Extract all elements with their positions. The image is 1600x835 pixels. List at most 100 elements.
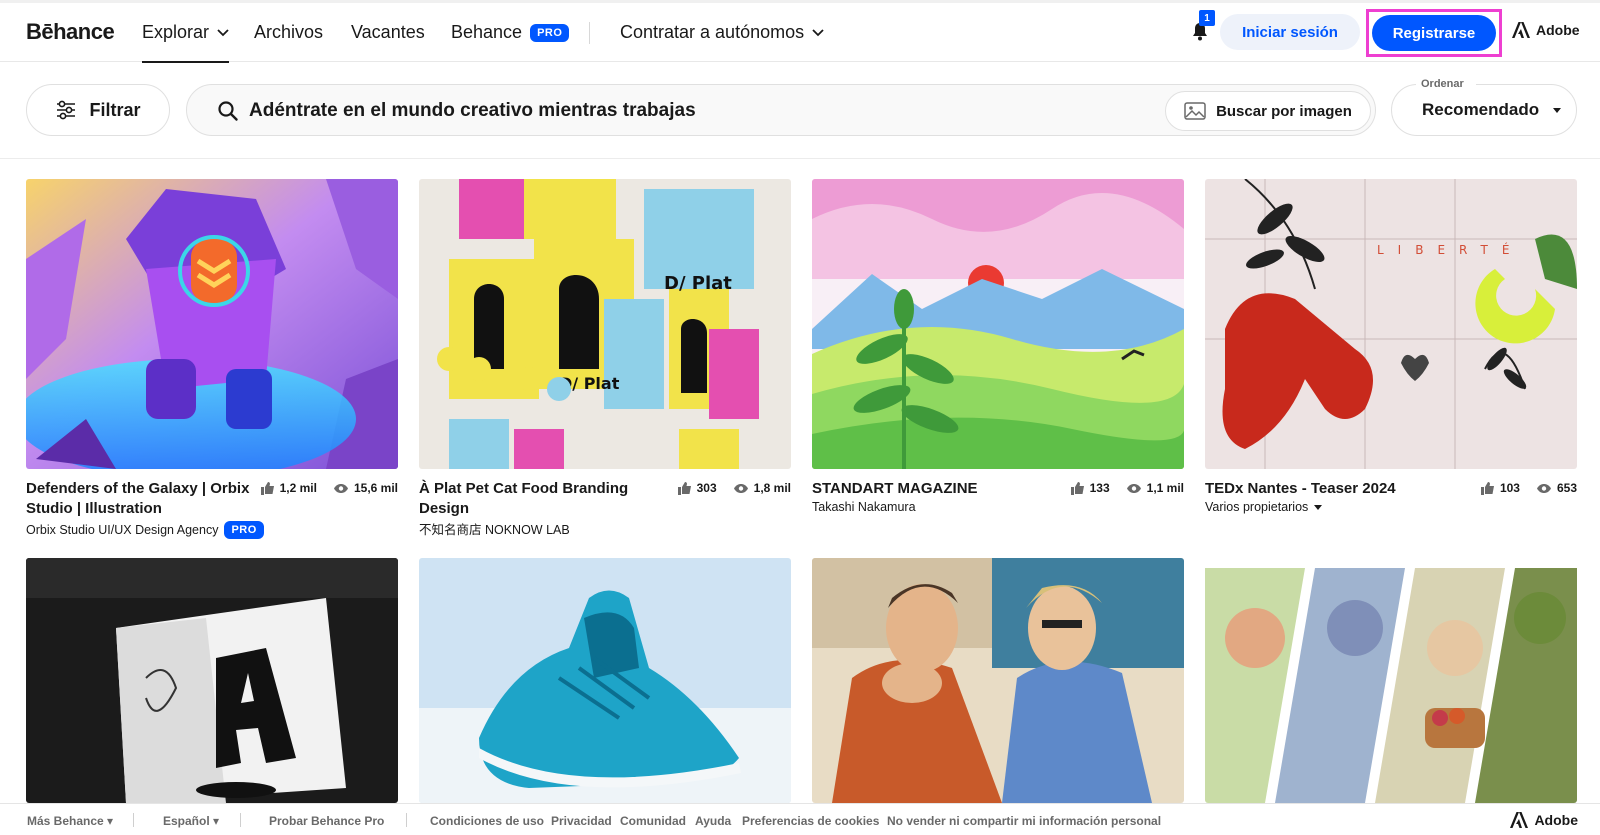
nav-explore[interactable]: Explorar	[142, 22, 230, 63]
views-stat: 1,8 mil	[733, 481, 791, 495]
thumbs-up-icon	[1480, 482, 1494, 495]
owner-name: Takashi Nakamura	[812, 500, 916, 514]
nav-jobs[interactable]: Vacantes	[351, 22, 425, 43]
project-card[interactable]	[26, 558, 398, 803]
project-thumbnail[interactable]	[812, 179, 1184, 469]
project-owner[interactable]: Varios propietarios	[1205, 500, 1323, 514]
nav-files[interactable]: Archivos	[254, 22, 323, 43]
landscape-illustration	[812, 179, 1184, 469]
tedx-poster-image: LIBERTÉ	[1205, 179, 1577, 469]
footer-privacy[interactable]: Privacidad	[551, 814, 612, 828]
project-card[interactable]	[812, 558, 1184, 803]
project-card[interactable]	[1205, 558, 1577, 803]
chevron-down-icon	[812, 28, 824, 36]
thumbs-up-icon	[677, 482, 691, 495]
project-thumbnail[interactable]	[26, 179, 398, 469]
login-button[interactable]: Iniciar sesión	[1220, 14, 1360, 50]
likes-stat: 133	[1070, 481, 1110, 495]
blue-shoe-image	[419, 558, 791, 803]
thumbs-up-icon	[260, 482, 274, 495]
search-input[interactable]	[249, 97, 1109, 125]
project-owner[interactable]: Orbix Studio UI/UX Design Agency PRO	[26, 521, 264, 539]
project-stats: 303 1,8 mil	[667, 481, 791, 495]
footer-terms[interactable]: Condiciones de uso	[430, 814, 544, 828]
sort-value: Recomendado	[1422, 100, 1540, 119]
views-count: 653	[1556, 481, 1577, 495]
footer-adobe-link[interactable]: Adobe	[1510, 812, 1578, 828]
footer-community[interactable]: Comunidad	[620, 814, 686, 828]
pro-badge: PRO	[530, 23, 570, 42]
thumbs-up-icon	[1070, 482, 1084, 495]
adobe-logo-icon	[1510, 812, 1529, 828]
footer-cookies[interactable]: Preferencias de cookies	[742, 814, 879, 828]
filter-sliders-icon	[57, 100, 76, 120]
footer-help[interactable]: Ayuda	[695, 814, 731, 828]
project-title[interactable]: TEDx Nantes - Teaser 2024	[1205, 479, 1439, 499]
adobe-label: Adobe	[1536, 22, 1580, 38]
footer-separator	[240, 813, 241, 827]
footer-try-pro[interactable]: Probar Behance Pro	[269, 814, 384, 828]
project-card[interactable]	[419, 558, 791, 803]
image-icon	[1184, 102, 1206, 120]
nav-hire-freelancers[interactable]: Contratar a autónomos	[620, 22, 824, 43]
nav-behance-pro[interactable]: Behance PRO	[451, 22, 570, 43]
adobe-logo-icon	[1512, 22, 1530, 38]
footer-more-behance[interactable]: Más Behance ▾	[27, 814, 113, 828]
views-count: 15,6 mil	[353, 481, 398, 495]
footer-separator	[406, 813, 407, 827]
footer-do-not-sell[interactable]: No vender ni compartir mi información pe…	[887, 814, 1161, 828]
nav-divider	[589, 22, 590, 44]
nav-explore-label: Explorar	[142, 22, 210, 42]
eye-icon	[1536, 483, 1551, 493]
project-card[interactable]: Defenders of the Galaxy | Orbix Studio |…	[26, 179, 398, 539]
footer: Más Behance ▾ Español ▾ Probar Behance P…	[0, 803, 1600, 835]
adobe-link[interactable]: Adobe	[1512, 22, 1580, 38]
project-title[interactable]: STANDART MAGAZINE	[812, 479, 1046, 499]
footer-language[interactable]: Español ▾	[163, 814, 219, 828]
project-card[interactable]: LIBERTÉ TEDx Nantes - Teaser 2024 Varios…	[1205, 179, 1577, 539]
project-thumbnail[interactable]	[1205, 558, 1577, 803]
likes-stat: 1,2 mil	[260, 481, 317, 495]
search-bar[interactable]: Buscar por imagen	[186, 84, 1376, 136]
likes-stat: 303	[677, 481, 717, 495]
caret-down-icon: ▾	[213, 814, 220, 828]
project-thumbnail[interactable]: LIBERTÉ	[1205, 179, 1577, 469]
owner-name: Varios propietarios	[1205, 500, 1309, 514]
chevron-down-icon	[217, 28, 229, 36]
cat-food-branding-image: D/ Plat D/ Plat	[419, 179, 791, 469]
top-nav: Bēhance Explorar Archivos Vacantes Behan…	[0, 0, 1600, 63]
nav-behance-pro-label: Behance	[451, 22, 523, 42]
likes-count: 303	[696, 481, 717, 495]
caret-down-icon: ▾	[107, 814, 114, 828]
views-count: 1,8 mil	[753, 481, 791, 495]
filter-label: Filtrar	[89, 99, 141, 120]
footer-separator	[133, 813, 134, 827]
project-title[interactable]: À Plat Pet Cat Food Branding Design	[419, 479, 653, 519]
fantasy-characters-illustration	[1205, 558, 1577, 803]
project-owner[interactable]: 不知名商店 NOKNOW LAB	[419, 519, 570, 538]
project-thumbnail[interactable]	[26, 558, 398, 803]
notification-count-badge: 1	[1199, 10, 1215, 26]
likes-count: 103	[1499, 481, 1520, 495]
image-search-button[interactable]: Buscar por imagen	[1165, 91, 1371, 131]
project-card[interactable]: STANDART MAGAZINE Takashi Nakamura 133 1…	[812, 179, 1184, 539]
project-thumbnail[interactable]	[419, 558, 791, 803]
sort-select[interactable]: Recomendado	[1391, 84, 1577, 136]
owner-name: 不知名商店 NOKNOW LAB	[419, 523, 570, 537]
project-card[interactable]: D/ Plat D/ Plat À Plat Pet Cat Food Bran…	[419, 179, 791, 539]
likes-stat: 103	[1480, 481, 1520, 495]
project-thumbnail[interactable]	[812, 558, 1184, 803]
caret-down-icon	[1314, 504, 1323, 510]
filter-button[interactable]: Filtrar	[26, 84, 170, 136]
window-top-edge	[0, 0, 1600, 3]
image-search-label: Buscar por imagen	[1216, 102, 1352, 120]
project-title[interactable]: Defenders of the Galaxy | Orbix Studio |…	[26, 479, 260, 519]
footer-language-label: Español	[163, 814, 210, 828]
eye-icon	[733, 483, 748, 493]
behance-logo[interactable]: Bēhance	[26, 19, 115, 45]
project-thumbnail[interactable]: D/ Plat D/ Plat	[419, 179, 791, 469]
owner-name: Orbix Studio UI/UX Design Agency	[26, 523, 219, 537]
footer-adobe-label: Adobe	[1534, 812, 1578, 828]
project-owner[interactable]: Takashi Nakamura	[812, 500, 916, 514]
register-button[interactable]: Registrarse	[1372, 15, 1496, 51]
